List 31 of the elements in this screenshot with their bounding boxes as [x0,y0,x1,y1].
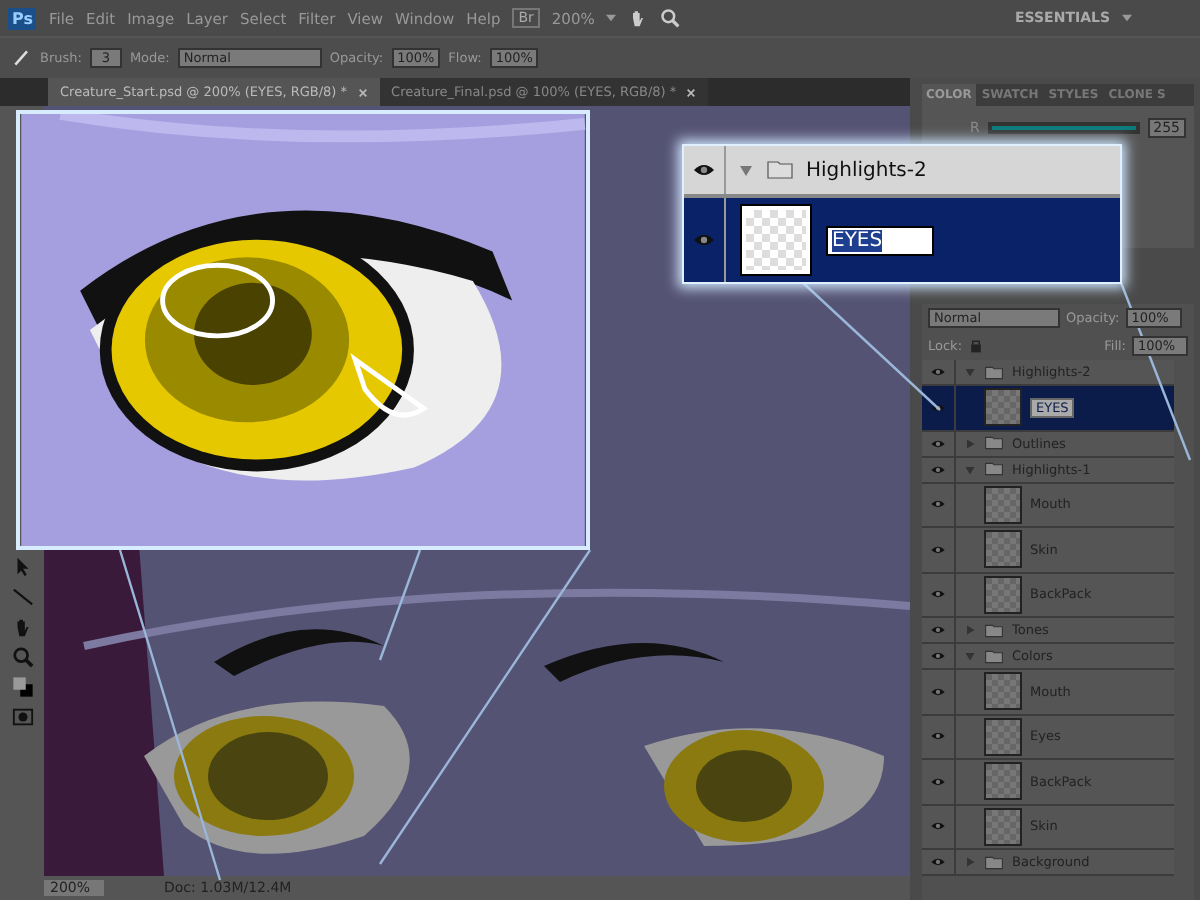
line-icon[interactable] [11,586,33,608]
layer-thumbnail [984,485,1022,524]
zoom-icon[interactable] [11,646,33,668]
folder-icon [984,365,1004,379]
layer-thumbnail [984,807,1022,846]
layer-thumbnail [984,530,1022,569]
photoshop-logo: Ps [8,7,37,29]
layer-thumbnail [984,575,1022,614]
layer-thumbnail [984,388,1022,427]
layer-thumbnail [742,206,810,274]
folder-icon [766,160,794,180]
eye-icon[interactable] [692,232,716,248]
eye-icon[interactable] [930,401,946,414]
layer-thumbnail [984,717,1022,756]
zoom-icon[interactable] [660,8,681,28]
color-swatches-icon[interactable] [11,676,33,698]
layer-name: Highlights-2 [806,159,927,181]
brush-icon[interactable] [12,48,32,68]
close-icon[interactable] [686,87,697,97]
quick-mask-icon[interactable] [11,706,33,728]
hand-icon[interactable] [628,8,649,28]
layer-thumbnail [984,672,1022,711]
disclosure-triangle-icon[interactable] [738,162,754,178]
layer-name-field[interactable]: EYES [826,225,934,255]
eye-icon[interactable] [692,162,716,178]
caret-icon[interactable] [606,14,617,22]
folder-icon [984,855,1004,869]
layer-thumbnail [984,762,1022,801]
caret-icon[interactable] [1122,14,1132,22]
channel-slider-track[interactable] [987,122,1140,134]
close-icon[interactable] [357,87,368,97]
